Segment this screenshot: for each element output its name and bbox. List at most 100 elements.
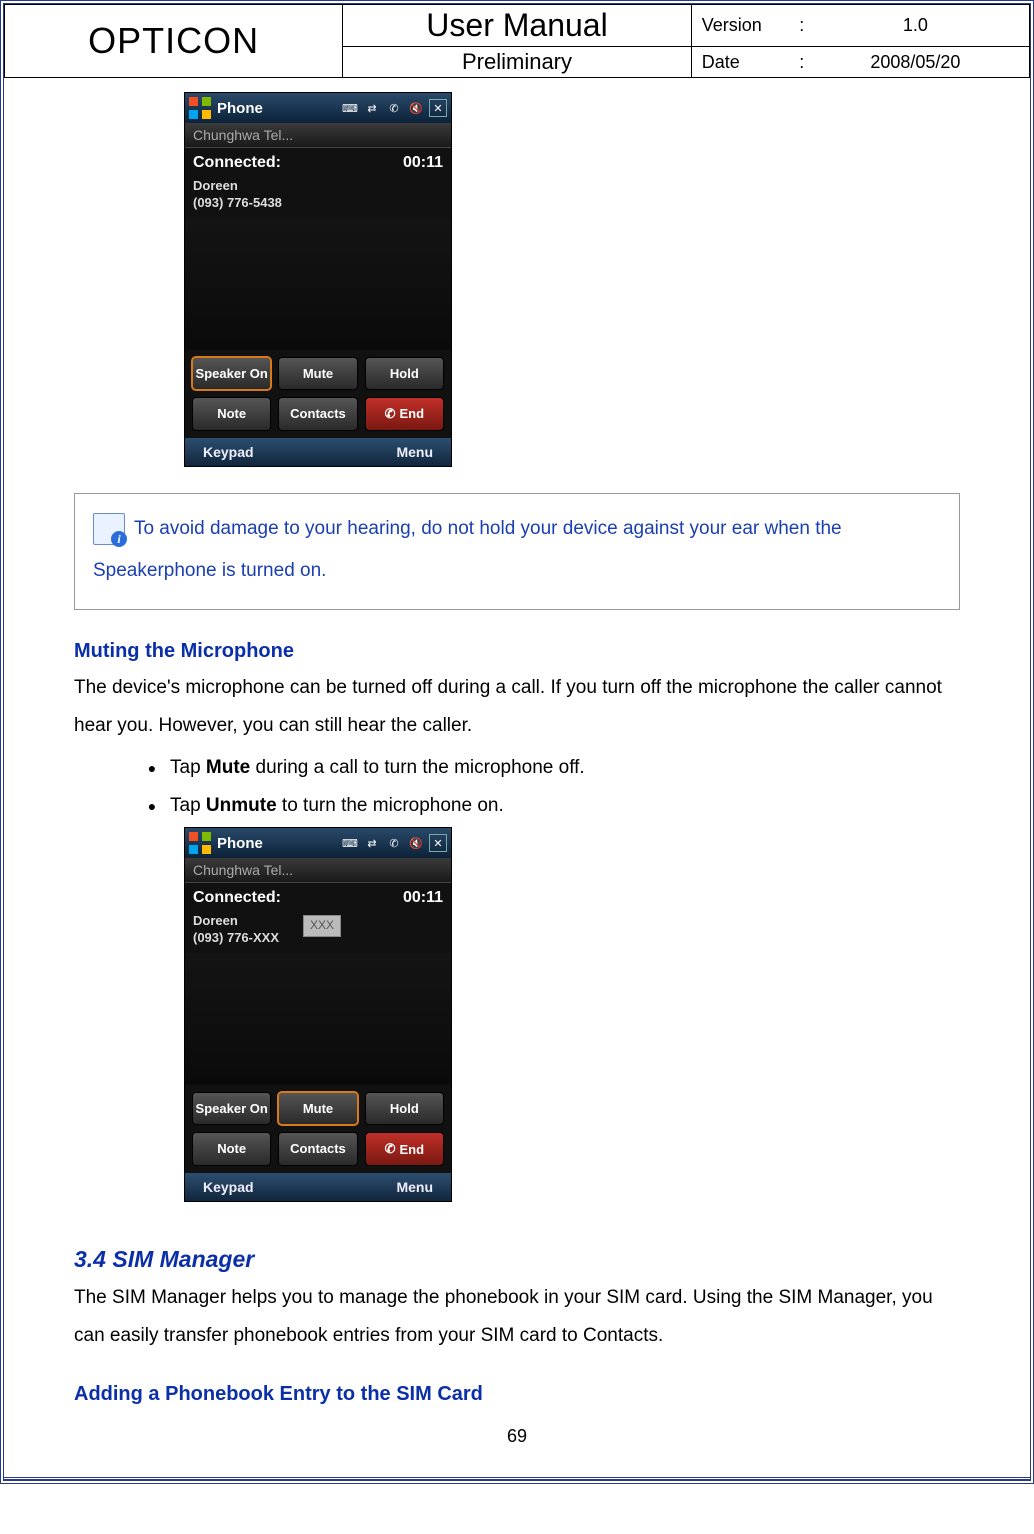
mute-indicator-badge: XXX [303,915,341,937]
phone-screenshot-mute: Phone ⌨ ⇄ ✆ 🔇 ✕ Chunghwa Tel... Connecte… [184,827,960,1202]
contacts-button[interactable]: Contacts [278,397,357,431]
contacts-button[interactable]: Contacts [278,1132,357,1166]
start-icon[interactable] [189,97,211,119]
date-label: Date [702,52,792,73]
call-status-row: Connected: 00:11 [185,148,451,178]
caller-info: Doreen (093) 776-XXX XXX [185,913,451,953]
call-body [185,953,451,1085]
call-icon[interactable]: ✆ [385,834,403,852]
page-frame: OPTICON User Manual Version : 1.0 Prelim… [0,0,1034,1484]
window-titlebar: Phone ⌨ ⇄ ✆ 🔇 ✕ [185,828,451,858]
carrier-bar: Chunghwa Tel... [185,858,451,883]
sync-icon[interactable]: ⇄ [363,834,381,852]
sim-manager-heading: 3.4 SIM Manager [74,1246,960,1273]
footer-divider [4,1477,1030,1480]
call-button-grid: Speaker On Mute Hold Note Contacts ✆ End [185,1085,451,1173]
date-cell: Date : 2008/05/20 [691,47,1029,78]
bullet-text-pre: Tap [170,757,206,778]
speaker-button[interactable]: Speaker On [192,1092,271,1125]
carrier-name: Chunghwa Tel... [193,127,293,143]
close-icon[interactable]: ✕ [429,834,447,852]
muting-heading: Muting the Microphone [74,640,960,663]
end-call-button[interactable]: ✆ End [365,1132,444,1166]
note-line-2: Speakerphone is turned on. [93,560,326,581]
titlebar-icons: ⌨ ⇄ ✆ 🔇 ✕ [341,834,447,852]
hold-button[interactable]: Hold [365,357,444,390]
hold-button[interactable]: Hold [365,1092,444,1125]
softkey-left[interactable]: Keypad [203,1179,254,1195]
mute-button[interactable]: Mute [278,1092,357,1125]
start-icon[interactable] [189,832,211,854]
page-number: 69 [74,1426,960,1447]
date-value: 2008/05/20 [812,52,1019,73]
bullet-text-pre: Tap [170,795,206,816]
bullet-text-post: during a call to turn the microphone off… [250,757,584,778]
softkey-right[interactable]: Menu [396,444,433,460]
keyboard-icon[interactable]: ⌨ [341,99,359,117]
version-label: Version [702,15,792,36]
note-button[interactable]: Note [192,1132,271,1166]
call-duration: 00:11 [403,889,443,907]
phone-frame: Phone ⌨ ⇄ ✆ 🔇 ✕ Chunghwa Tel... Connecte… [184,827,452,1202]
manual-title: User Manual [426,7,607,43]
call-status-row: Connected: 00:11 [185,883,451,913]
brand-text: OPTICON [88,20,259,61]
list-item: Tap Unmute to turn the microphone on. [164,787,960,825]
call-body [185,218,451,350]
softkey-left[interactable]: Keypad [203,444,254,460]
caller-number: (093) 776-XXX [193,930,279,945]
phone-hangup-icon: ✆ [385,406,396,422]
window-title: Phone [217,835,263,852]
caller-name: Doreen [193,913,238,928]
version-cell: Version : 1.0 [691,5,1029,47]
note-line-1: To avoid damage to your hearing, do not … [134,518,842,539]
bullet-bold: Mute [206,757,250,778]
muting-paragraph: The device's microphone can be turned of… [74,669,960,745]
phone-screenshot-speaker: Phone ⌨ ⇄ ✆ 🔇 ✕ Chunghwa Tel... Connecte… [184,92,960,467]
status-label: Connected: [193,154,281,172]
note-button[interactable]: Note [192,397,271,431]
caller-info: Doreen (093) 776-5438 [185,178,451,218]
end-call-button[interactable]: ✆ End [365,397,444,431]
warning-note: To avoid damage to your hearing, do not … [74,493,960,611]
close-icon[interactable]: ✕ [429,99,447,117]
window-titlebar: Phone ⌨ ⇄ ✆ 🔇 ✕ [185,93,451,123]
caller-name: Doreen [193,178,238,193]
speaker-button[interactable]: Speaker On [192,357,271,390]
sync-icon[interactable]: ⇄ [363,99,381,117]
mute-button[interactable]: Mute [278,357,357,390]
subtitle-cell: Preliminary [343,47,692,78]
title-cell: User Manual [343,5,692,47]
sim-sub-heading: Adding a Phonebook Entry to the SIM Card [74,1383,960,1406]
colon: : [792,52,812,73]
muting-bullet-list: Tap Mute during a call to turn the micro… [124,749,960,825]
carrier-name: Chunghwa Tel... [193,862,293,878]
carrier-bar: Chunghwa Tel... [185,123,451,148]
softkey-bar: Keypad Menu [185,438,451,466]
bullet-text-post: to turn the microphone on. [277,795,504,816]
volume-icon[interactable]: 🔇 [407,834,425,852]
call-icon[interactable]: ✆ [385,99,403,117]
header-table: OPTICON User Manual Version : 1.0 Prelim… [4,4,1030,78]
subtitle-text: Preliminary [462,49,572,74]
info-note-icon [93,513,125,545]
softkey-bar: Keypad Menu [185,1173,451,1201]
content-area: Phone ⌨ ⇄ ✆ 🔇 ✕ Chunghwa Tel... Connecte… [4,78,1030,1477]
call-duration: 00:11 [403,154,443,172]
brand-cell: OPTICON [5,5,343,78]
version-value: 1.0 [812,15,1019,36]
end-label: End [400,406,425,421]
phone-frame: Phone ⌨ ⇄ ✆ 🔇 ✕ Chunghwa Tel... Connecte… [184,92,452,467]
titlebar-icons: ⌨ ⇄ ✆ 🔇 ✕ [341,99,447,117]
bullet-bold: Unmute [206,795,277,816]
window-title: Phone [217,100,263,117]
keyboard-icon[interactable]: ⌨ [341,834,359,852]
caller-number: (093) 776-5438 [193,195,282,210]
softkey-right[interactable]: Menu [396,1179,433,1195]
end-label: End [400,1142,425,1157]
colon: : [792,15,812,36]
sim-manager-paragraph: The SIM Manager helps you to manage the … [74,1279,960,1355]
volume-icon[interactable]: 🔇 [407,99,425,117]
call-button-grid: Speaker On Mute Hold Note Contacts ✆ End [185,350,451,438]
status-label: Connected: [193,889,281,907]
